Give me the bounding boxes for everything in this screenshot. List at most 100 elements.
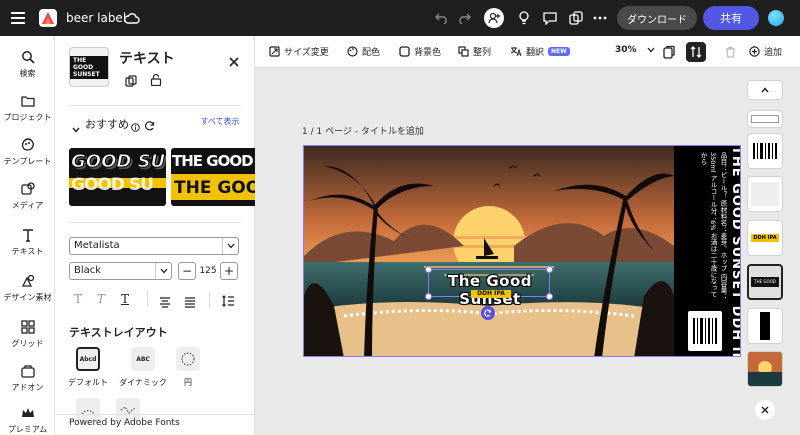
rail-label: アドオン bbox=[11, 383, 44, 392]
lightbulb-icon[interactable] bbox=[514, 8, 534, 28]
divider bbox=[209, 292, 210, 308]
rail-label: グリッド bbox=[11, 339, 44, 348]
close-icon[interactable] bbox=[229, 52, 239, 71]
folder-icon bbox=[20, 96, 35, 107]
translate-icon bbox=[510, 47, 522, 57]
layer-thumb-blank[interactable] bbox=[747, 176, 783, 212]
layout-circle-tile[interactable] bbox=[176, 347, 200, 371]
translate-button[interactable]: 翻訳 NEW bbox=[510, 45, 570, 58]
subline-text[interactable]: DDH IPA bbox=[471, 290, 511, 298]
close-panel-button[interactable] bbox=[755, 400, 775, 420]
undo-icon[interactable] bbox=[432, 8, 452, 28]
rail-label: テンプレート bbox=[3, 157, 52, 166]
pages-icon[interactable] bbox=[659, 42, 679, 62]
palette-icon bbox=[347, 46, 358, 57]
rail-item-design-assets[interactable]: デザイン素材 bbox=[0, 274, 55, 303]
page-title[interactable]: 1 / 1 ページ - タイトルを追加 bbox=[302, 124, 424, 137]
canvas-toolbar: サイズ変更 配色 背景色 整列 翻訳 NEW 30% 追加 bbox=[255, 36, 800, 68]
layer-thumb-1[interactable] bbox=[747, 110, 783, 128]
comment-icon[interactable] bbox=[540, 8, 560, 28]
font-family-select[interactable]: Metalista bbox=[69, 237, 239, 255]
adobe-express-logo-icon[interactable] bbox=[38, 8, 58, 28]
search-icon bbox=[21, 51, 35, 64]
rail-label: プレミアム bbox=[7, 425, 48, 434]
text-style-plain-icon[interactable]: T bbox=[74, 292, 82, 306]
align-button[interactable]: 整列 bbox=[458, 45, 491, 58]
close-icon bbox=[761, 406, 769, 414]
layer-thumb-black-rect[interactable] bbox=[747, 308, 783, 344]
panel-title: テキスト bbox=[119, 51, 175, 67]
trash-icon[interactable] bbox=[720, 42, 740, 62]
rail-item-templates[interactable]: テンプレート bbox=[0, 138, 55, 167]
font-style-select[interactable]: Black bbox=[69, 262, 172, 280]
layout-default-tile[interactable]: Abcd bbox=[76, 347, 100, 371]
text-preset-card-2[interactable]: THE GOOD SUN THE GOOD SU bbox=[171, 148, 255, 206]
add-person-icon[interactable] bbox=[484, 8, 504, 28]
side-title[interactable]: THE GOOD SUNSET DDH IPA bbox=[728, 146, 740, 356]
beer-label-artboard[interactable]: THE GOOD SUNSET DDH IPA 品目：ビール？ 原材料名：麦芽、… bbox=[303, 145, 741, 357]
text-style-italic-icon[interactable]: T bbox=[97, 292, 105, 306]
rail-item-text[interactable]: テキスト bbox=[0, 228, 55, 257]
rail-label: プロジェクト bbox=[3, 113, 52, 122]
refresh-icon[interactable] bbox=[145, 116, 155, 135]
font-size-input[interactable]: 125 bbox=[198, 262, 218, 280]
side-info-text[interactable]: 品目：ビール？ 原材料名：麦芽、ホップ 内容量：350ml アルコール分：6% … bbox=[678, 152, 728, 302]
duplicate-icon[interactable] bbox=[125, 72, 137, 91]
chevron-down-icon[interactable] bbox=[72, 118, 80, 137]
text-selection-box[interactable]: The Good Sunset DDH IPA bbox=[425, 266, 553, 308]
rail-item-media[interactable]: メディア bbox=[0, 182, 55, 211]
resize-button[interactable]: サイズ変更 bbox=[269, 45, 329, 58]
text-icon bbox=[22, 229, 33, 242]
font-size-decrease-button[interactable]: − bbox=[178, 262, 196, 280]
layers-icon[interactable] bbox=[686, 42, 706, 62]
show-all-link[interactable]: すべて表示 bbox=[195, 116, 245, 127]
plus-circle-icon bbox=[749, 46, 760, 57]
barcode-icon[interactable] bbox=[688, 311, 722, 351]
rail-label: メディア bbox=[11, 201, 44, 210]
zoom-select[interactable]: 30% bbox=[615, 45, 655, 55]
list-icon[interactable] bbox=[184, 293, 196, 312]
layer-thumb-ddh[interactable]: DDH IPA bbox=[747, 220, 783, 256]
line-spacing-icon[interactable] bbox=[222, 292, 234, 311]
color-scheme-button[interactable]: 配色 bbox=[347, 45, 380, 58]
rail-item-premium[interactable]: プレミアム bbox=[0, 406, 55, 435]
text-panel: THE GOOD SUNSET テキスト おすすめ すべて表示 GOOD SU … bbox=[55, 36, 255, 435]
share-button[interactable]: 共有 bbox=[703, 6, 759, 30]
layout-default-label: デフォルト bbox=[68, 378, 108, 387]
rail-label: デザイン素材 bbox=[3, 293, 52, 302]
font-size-increase-button[interactable]: + bbox=[220, 262, 238, 280]
info-icon[interactable] bbox=[131, 117, 140, 136]
collapse-button[interactable] bbox=[747, 80, 783, 100]
text-preset-card-1[interactable]: GOOD SU GOOD SU bbox=[69, 148, 166, 206]
powered-by-text: Powered by Adobe Fonts bbox=[69, 418, 180, 428]
shapes-icon bbox=[21, 274, 34, 287]
layout-dynamic-tile[interactable]: ABC bbox=[131, 347, 155, 371]
text-style-underline-icon[interactable]: T bbox=[121, 292, 129, 306]
divider bbox=[147, 290, 148, 306]
divider bbox=[55, 414, 255, 415]
rail-item-addons[interactable]: アドオン bbox=[0, 364, 55, 393]
avatar[interactable] bbox=[768, 10, 784, 26]
layer-thumb-image[interactable] bbox=[747, 351, 783, 387]
download-button[interactable]: ダウンロード bbox=[617, 6, 697, 30]
align-center-icon[interactable] bbox=[159, 293, 171, 312]
layer-thumb-barcode[interactable] bbox=[747, 133, 783, 169]
background-color-button[interactable]: 背景色 bbox=[399, 45, 441, 58]
share-link-icon[interactable] bbox=[566, 8, 586, 28]
rotate-handle-icon[interactable] bbox=[481, 306, 495, 320]
rail-item-search[interactable]: 検索 bbox=[0, 50, 55, 79]
cloud-icon bbox=[122, 8, 142, 28]
document-title[interactable]: beer label bbox=[66, 11, 126, 25]
more-icon[interactable] bbox=[590, 8, 610, 28]
rail-item-projects[interactable]: プロジェクト bbox=[0, 94, 55, 123]
left-rail: 検索 プロジェクト テンプレート メディア テキスト デザイン素材 グリッド ア… bbox=[0, 36, 55, 435]
rail-item-grid[interactable]: グリッド bbox=[0, 320, 55, 349]
layer-thumb-selected[interactable]: THE GOOD bbox=[747, 264, 783, 300]
background-icon bbox=[399, 46, 410, 57]
lock-icon[interactable] bbox=[150, 71, 162, 90]
redo-icon[interactable] bbox=[454, 8, 474, 28]
add-button[interactable]: 追加 bbox=[749, 45, 782, 58]
menu-icon[interactable] bbox=[8, 8, 28, 28]
text-layout-label: テキストレイアウト bbox=[69, 326, 168, 339]
rail-label: テキスト bbox=[11, 247, 44, 256]
